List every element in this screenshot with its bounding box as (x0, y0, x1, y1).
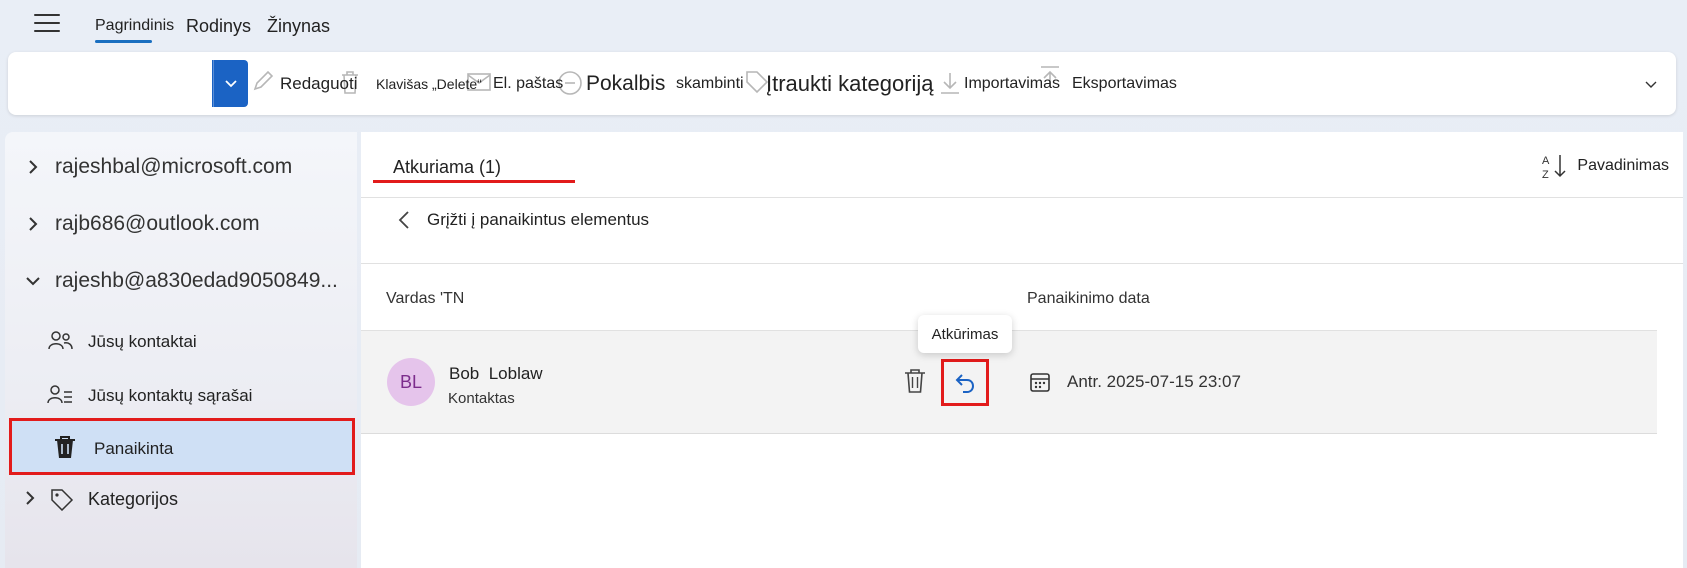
sidebar-item-contact-lists[interactable]: Jūsų kontaktų sąrašai (5, 373, 357, 417)
import-icon (941, 73, 959, 94)
tag-icon (51, 489, 74, 511)
main-content-pane: Atkuriama (1) A Z Pavadinimas Grįžti į p… (361, 132, 1683, 568)
account-label: rajeshbal@microsoft.com (55, 155, 293, 178)
title-underline-highlight (373, 180, 575, 183)
pencil-icon (253, 70, 274, 91)
svg-text:Z: Z (1542, 169, 1549, 180)
active-tab-indicator (95, 40, 152, 43)
contact-name: Bob Loblaw (449, 364, 543, 384)
sidebar-item-deleted[interactable]: Panaikinta (9, 418, 355, 475)
chevron-down-icon (225, 79, 237, 87)
divider (361, 197, 1683, 198)
hamburger-menu-icon[interactable] (34, 14, 60, 34)
trash-icon (342, 71, 358, 94)
chevron-left-icon (398, 211, 409, 229)
divider (361, 263, 1683, 264)
sort-az-icon: A Z (1542, 155, 1566, 180)
page-title: Atkuriama (1) (393, 157, 502, 177)
account-rajb686-outlook[interactable]: rajb686@outlook.com (5, 204, 357, 244)
email-button[interactable]: El. paštas (493, 52, 563, 115)
sidebar-item-your-contacts[interactable]: Jūsų kontaktai (5, 319, 357, 363)
sidebar-item-label: Jūsų kontaktai (88, 332, 197, 351)
account-label: rajb686@outlook.com (55, 212, 260, 235)
contact-type: Kontaktas (448, 390, 515, 407)
column-header-name[interactable]: Vardas 'TN (386, 290, 464, 308)
new-contact-label: Naujas kontaktas (76, 73, 207, 93)
top-tab-bar: Pagrindinis Rodinys Žinynas (0, 0, 1687, 50)
restore-tooltip: Atkūrimas (918, 315, 1012, 353)
new-contact-button[interactable]: co Naujas kontaktas (22, 60, 212, 107)
account-rajeshbal-microsoft[interactable]: rajeshbal@microsoft.com (5, 147, 357, 187)
export-button[interactable]: Eksportavimas (1072, 52, 1177, 115)
sidebar-item-label: Panaikinta (94, 439, 174, 458)
new-contact-dropdown[interactable] (214, 60, 248, 107)
account-rajeshb-a830[interactable]: rajeshb@a830edad9050849... (5, 261, 357, 301)
undo-restore-icon (955, 373, 975, 393)
sort-by-name-button[interactable]: A Z Pavadinimas (1541, 152, 1669, 180)
calendar-icon (1030, 373, 1050, 392)
left-navigation-pane: rajeshbal@microsoft.com rajb686@outlook.… (5, 132, 357, 568)
trash-icon (55, 436, 75, 458)
call-button[interactable]: skambinti (676, 52, 744, 115)
svg-text:co: co (49, 86, 59, 96)
export-icon (1041, 66, 1059, 87)
back-label: Grįžti į panaikintus elementus (427, 210, 650, 229)
sort-label: Pavadinimas (1577, 157, 1669, 174)
deleted-date: Antr. 2025-07-15 23:07 (1067, 372, 1241, 391)
contact-first-name: Bob (449, 364, 480, 383)
people-icon (48, 331, 73, 350)
column-header-deleted-date[interactable]: Panaikinimo data (1027, 290, 1150, 308)
mail-icon (467, 73, 491, 91)
chevron-right-icon (29, 217, 38, 231)
table-row[interactable]: BL Bob Loblaw Kontaktas Atkūrimas Antr. … (361, 315, 1657, 434)
account-label: rajeshb@a830edad9050849... (55, 269, 338, 292)
sidebar-item-categories[interactable]: Kategorijos (5, 477, 357, 521)
tab-help[interactable]: Žinynas (267, 16, 330, 37)
categorize-button[interactable]: Įtraukti kategoriją (766, 52, 934, 115)
new-contact-split-button: co Naujas kontaktas (22, 60, 248, 107)
contact-last-name: Loblaw (488, 364, 543, 383)
back-to-deleted-button[interactable]: Grįžti į panaikintus elementus (397, 210, 649, 230)
chevron-right-icon (29, 160, 38, 174)
sidebar-item-label: Kategorijos (88, 489, 179, 509)
restore-button[interactable] (941, 359, 989, 406)
chevron-down-icon (26, 277, 40, 286)
ribbon-collapse-chevron-icon[interactable] (1644, 78, 1658, 92)
svg-text:A: A (1542, 155, 1550, 167)
avatar: BL (387, 358, 435, 406)
contact-list-icon (47, 385, 72, 404)
chat-button[interactable]: Pokalbis (586, 52, 665, 115)
sidebar-item-label: Jūsų kontaktų sąrašai (88, 386, 253, 405)
chevron-right-icon (26, 491, 35, 505)
tab-view[interactable]: Rodinys (186, 16, 251, 37)
chat-icon (558, 71, 582, 95)
ribbon-toolbar: co Naujas kontaktas Redaguoti Klavišas „… (8, 52, 1676, 115)
add-contact-icon: co (44, 72, 64, 96)
delete-permanently-icon[interactable] (902, 367, 928, 395)
tab-home[interactable]: Pagrindinis (95, 17, 174, 35)
